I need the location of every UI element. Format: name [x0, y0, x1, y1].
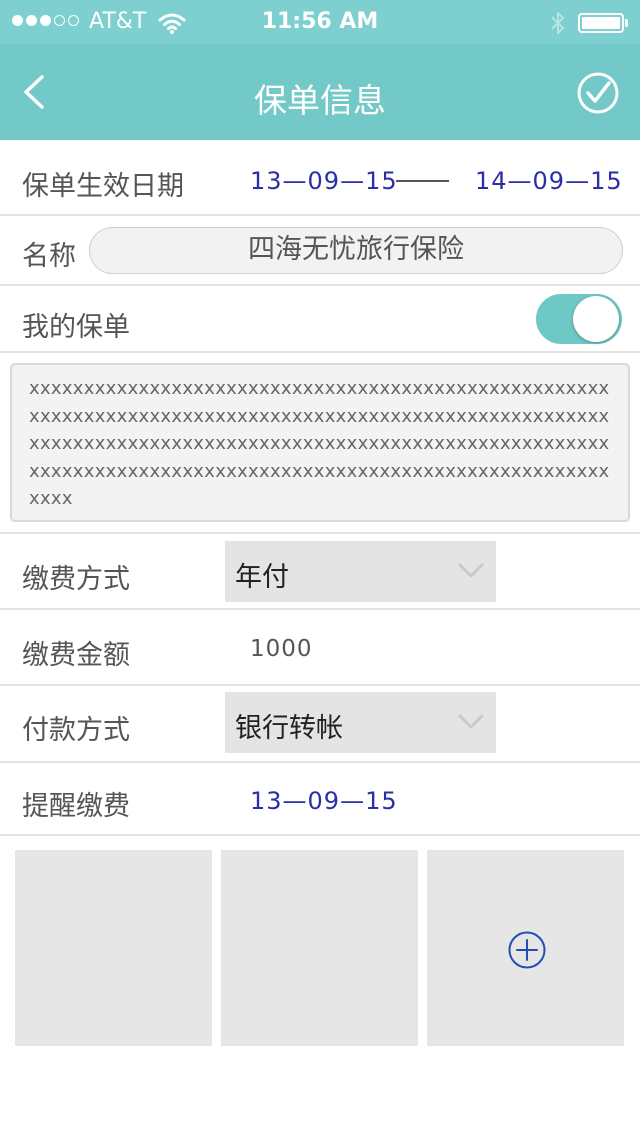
name-label: 名称: [22, 241, 76, 272]
payment-frequency-select[interactable]: 年付: [225, 541, 496, 602]
my-policy-row: 我的保单: [0, 286, 640, 353]
payment-reminder-row: 提醒缴费 13—09—15: [0, 763, 640, 836]
payment-method-label: 付款方式: [22, 715, 130, 746]
payment-amount-row: 缴费金额 1000: [0, 610, 640, 686]
effective-start-date[interactable]: 13—09—15: [250, 167, 398, 195]
bluetooth-icon: [551, 12, 564, 34]
battery-level: [582, 17, 620, 29]
chevron-down-icon: [458, 563, 484, 578]
check-circle-icon[interactable]: [576, 71, 620, 115]
toggle-knob: [573, 296, 619, 342]
navigation-bar: 保单信息: [0, 44, 640, 140]
name-row: 名称 四海无忧旅行保险: [0, 216, 640, 286]
attachment-slot[interactable]: [15, 850, 212, 1046]
effective-end-date[interactable]: 14—09—15: [475, 167, 623, 195]
chevron-down-icon: [458, 714, 484, 729]
my-policy-toggle[interactable]: [536, 294, 622, 344]
payment-method-row: 付款方式 银行转帐: [0, 686, 640, 763]
policy-info-screen: AT&T 11:56 AM 保单信息 保单生效日期 13—09—15 14—09…: [0, 0, 640, 1136]
payment-frequency-value: 年付: [235, 562, 289, 593]
battery-icon: [578, 13, 624, 33]
date-range-separator: [396, 180, 449, 182]
page-title: 保单信息: [254, 81, 386, 120]
payment-reminder-date[interactable]: 13—09—15: [250, 787, 398, 815]
effective-date-row: 保单生效日期 13—09—15 14—09—15: [0, 140, 640, 216]
effective-date-label: 保单生效日期: [22, 171, 184, 202]
policy-description-textarea[interactable]: xxxxxxxxxxxxxxxxxxxxxxxxxxxxxxxxxxxxxxxx…: [10, 363, 630, 522]
payment-method-value: 银行转帐: [235, 713, 343, 744]
payment-frequency-label: 缴费方式: [22, 564, 130, 595]
payment-frequency-row: 缴费方式 年付: [0, 534, 640, 610]
attachment-slot[interactable]: [221, 850, 418, 1046]
status-bar: AT&T 11:56 AM: [0, 0, 640, 44]
payment-reminder-label: 提醒缴费: [22, 791, 130, 822]
plus-circle-icon[interactable]: [507, 930, 547, 970]
payment-amount-value[interactable]: 1000: [250, 636, 313, 662]
my-policy-label: 我的保单: [22, 312, 130, 343]
add-attachment-slot[interactable]: [427, 850, 624, 1046]
payment-method-select[interactable]: 银行转帐: [225, 692, 496, 753]
battery-tip: [625, 19, 628, 27]
status-time: 11:56 AM: [261, 9, 379, 34]
payment-amount-label: 缴费金额: [22, 640, 130, 671]
policy-name-input[interactable]: 四海无忧旅行保险: [89, 227, 623, 274]
